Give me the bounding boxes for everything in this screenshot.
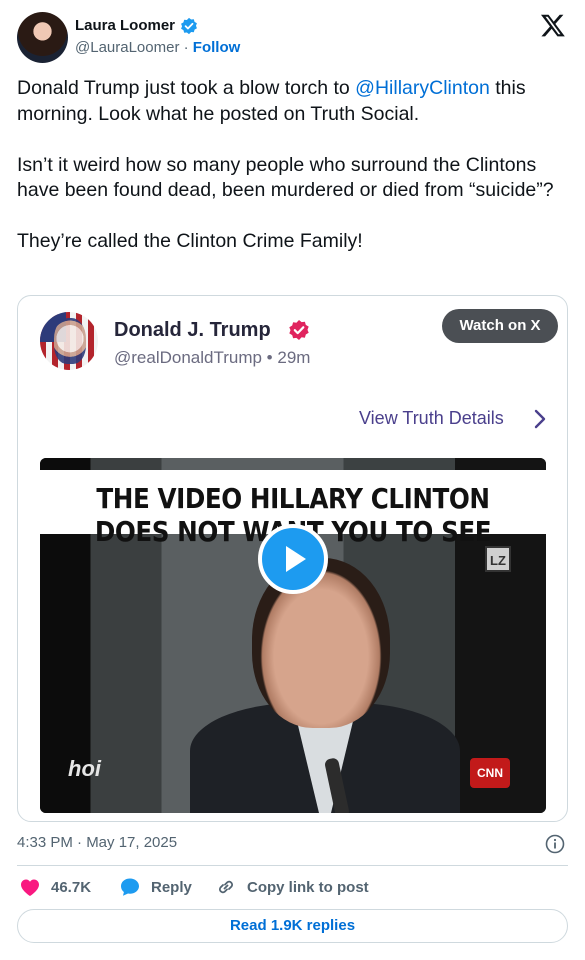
tweet-paragraph-1: Donald Trump just took a blow torch to @…	[17, 77, 526, 125]
watch-on-x-button[interactable]: Watch on X	[442, 309, 558, 343]
mention-link[interactable]: @HillaryClinton	[355, 77, 490, 99]
verified-badge-icon	[181, 17, 197, 35]
truth-handle: @realDonaldTrump • 29m	[114, 348, 311, 367]
play-icon	[286, 546, 306, 572]
tweet-text: Donald Trump just took a blow torch to @…	[17, 76, 567, 255]
action-bar: 46.7K Reply Copy link to post	[17, 876, 568, 898]
like-button[interactable]: 46.7K	[19, 876, 91, 898]
copy-link-label: Copy link to post	[247, 878, 369, 896]
corner-logo: LZ	[485, 546, 511, 572]
handle-row: @LauraLoomer · Follow	[75, 39, 240, 56]
like-count: 46.7K	[51, 878, 92, 896]
network-logo-left: hoi	[68, 756, 101, 781]
avatar[interactable]	[17, 12, 68, 63]
info-icon[interactable]	[545, 834, 565, 854]
tweet-paragraph-3: They’re called the Clinton Crime Family!	[17, 230, 363, 252]
reply-label: Reply	[151, 878, 192, 896]
x-logo-icon[interactable]	[540, 12, 566, 38]
truth-avatar	[40, 312, 98, 370]
truth-author-name: Donald J. Trump	[114, 319, 271, 341]
media-card[interactable]: Donald J. Trump @realDonaldTrump • 29m W…	[17, 295, 568, 822]
play-button[interactable]	[258, 524, 328, 594]
truth-verified-icon	[289, 320, 309, 340]
link-icon	[219, 880, 233, 894]
copy-link-button[interactable]: Copy link to post	[215, 876, 369, 898]
follow-link[interactable]: Follow	[193, 39, 241, 56]
reply-bubble-icon	[121, 878, 139, 896]
separator: ·	[183, 39, 189, 56]
tweet-paragraph-2: Isn’t it weird how so many people who su…	[17, 153, 554, 202]
embedded-tweet: Laura Loomer @LauraLoomer · Follow Donal…	[0, 0, 585, 960]
banner-line-1: THE VIDEO HILLARY CLINTON	[96, 482, 490, 515]
view-truth-details-link[interactable]: View Truth Details	[359, 408, 504, 429]
author-handle[interactable]: @LauraLoomer	[75, 39, 179, 56]
chevron-right-icon[interactable]	[532, 407, 548, 431]
video-player[interactable]: THE VIDEO HILLARY CLINTON DOES NOT WANT …	[40, 458, 546, 813]
timestamp[interactable]: 4:33 PM · May 17, 2025	[17, 834, 177, 851]
network-logo-right: CNN	[470, 758, 510, 788]
heart-icon	[21, 879, 39, 896]
reply-button[interactable]: Reply	[119, 876, 192, 898]
author-name[interactable]: Laura Loomer	[75, 17, 175, 34]
divider	[17, 865, 568, 866]
read-replies-button[interactable]: Read 1.9K replies	[17, 909, 568, 943]
